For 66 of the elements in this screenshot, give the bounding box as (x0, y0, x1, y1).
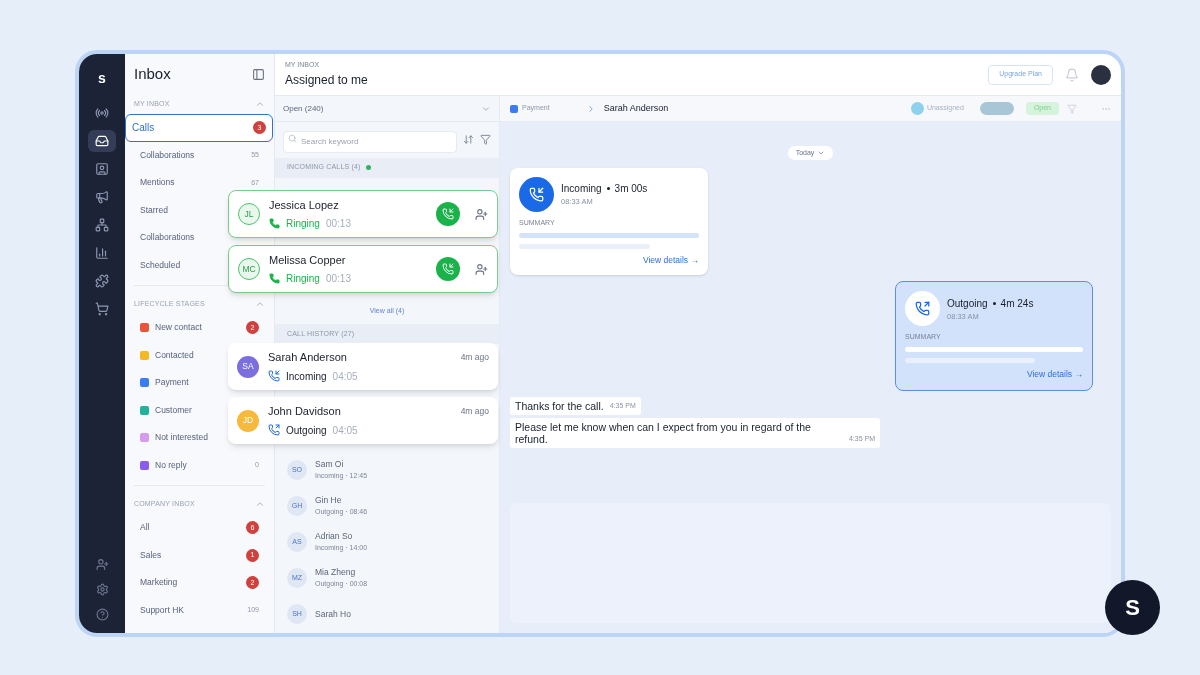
outgoing-call-icon (268, 424, 280, 437)
caller-name: Jessica Lopez (269, 197, 340, 213)
caller-name: Mia Zheng (315, 566, 357, 580)
caller-name: Sam Oi (315, 458, 345, 472)
header-title: Assigned to me (285, 71, 368, 89)
call-status: Ringing (286, 272, 320, 287)
initials-avatar: MC (238, 258, 260, 280)
search-icon (288, 133, 297, 143)
incoming-call-icon (268, 370, 280, 383)
caller-name: Sarah Anderson (268, 350, 347, 366)
message-text: Please let me know when can I expect from you in regard of the refund. (515, 420, 812, 445)
answer-call-button[interactable] (436, 257, 460, 281)
add-user-icon[interactable] (95, 558, 109, 571)
ringing-call-toast[interactable]: MC Melissa Copper Ringing 00:13 (228, 245, 498, 293)
outgoing-call-icon (915, 301, 930, 317)
add-user-icon[interactable] (475, 207, 488, 221)
help-icon[interactable] (95, 608, 109, 621)
user-avatar[interactable] (1091, 64, 1111, 85)
call-duration: 4m 24s (1000, 296, 1034, 311)
caller-name: Gin He (315, 494, 343, 508)
call-duration: 00:13 (325, 272, 351, 287)
filter-icon[interactable] (480, 134, 491, 146)
call-direction: Incoming (286, 369, 327, 384)
call-direction: Incoming (561, 182, 602, 197)
collapse-panel-icon[interactable] (252, 67, 265, 81)
recent-call-toast[interactable]: SA Sarah Anderson 4m ago Incoming 04:05 (228, 343, 498, 390)
incoming-call-icon (442, 263, 454, 275)
status-filter[interactable]: Open (240) (283, 102, 324, 115)
view-details-link[interactable]: View details → (1026, 367, 1083, 381)
call-time: 4m ago (460, 405, 489, 418)
call-duration: 04:05 (332, 423, 358, 438)
phone-icon (269, 218, 280, 230)
brand-badge: S (1105, 580, 1160, 635)
caller-name: John Davidson (268, 404, 341, 420)
caller-name: Melissa Copper (269, 252, 347, 268)
incoming-call-icon (529, 187, 544, 202)
initials-avatar: JD (237, 409, 259, 432)
settings-icon[interactable] (95, 583, 109, 596)
initials-avatar: SA (237, 355, 259, 378)
view-details-link[interactable]: View details → (642, 253, 699, 267)
phone-icon (269, 273, 280, 285)
answer-call-button[interactable] (436, 202, 460, 226)
assignee-avatar (910, 102, 924, 115)
ringing-call-toast[interactable]: JL Jessica Lopez Ringing 00:13 (228, 190, 498, 238)
call-direction: Outgoing (947, 296, 988, 311)
call-duration: 04:05 (332, 369, 358, 384)
sort-icon[interactable] (463, 134, 474, 146)
add-user-icon[interactable] (475, 262, 488, 276)
caller-name: Adrian So (315, 530, 354, 544)
chevron-down-icon (817, 149, 826, 157)
call-duration: 00:13 (325, 217, 351, 232)
search-field[interactable]: Search keyword (283, 130, 457, 153)
recent-call-toast[interactable]: JD John Davidson 4m ago Outgoing 04:05 (228, 397, 498, 444)
app-logo: s (98, 70, 106, 86)
contact-name: Sarah Anderson (603, 101, 669, 115)
message-text: Thanks for the call. (515, 399, 604, 412)
sidebar-title: Inbox (134, 63, 171, 84)
call-time: 4m ago (460, 351, 489, 364)
initials-avatar: JL (238, 203, 260, 225)
participant-avatars (979, 102, 1014, 115)
caller-name: Sarah Ho (315, 607, 351, 621)
inbox-icon[interactable] (88, 130, 116, 152)
call-direction: Outgoing (286, 423, 327, 438)
call-duration: 3m 00s (614, 182, 648, 197)
incoming-call-icon (442, 208, 454, 220)
call-status: Ringing (286, 217, 320, 232)
